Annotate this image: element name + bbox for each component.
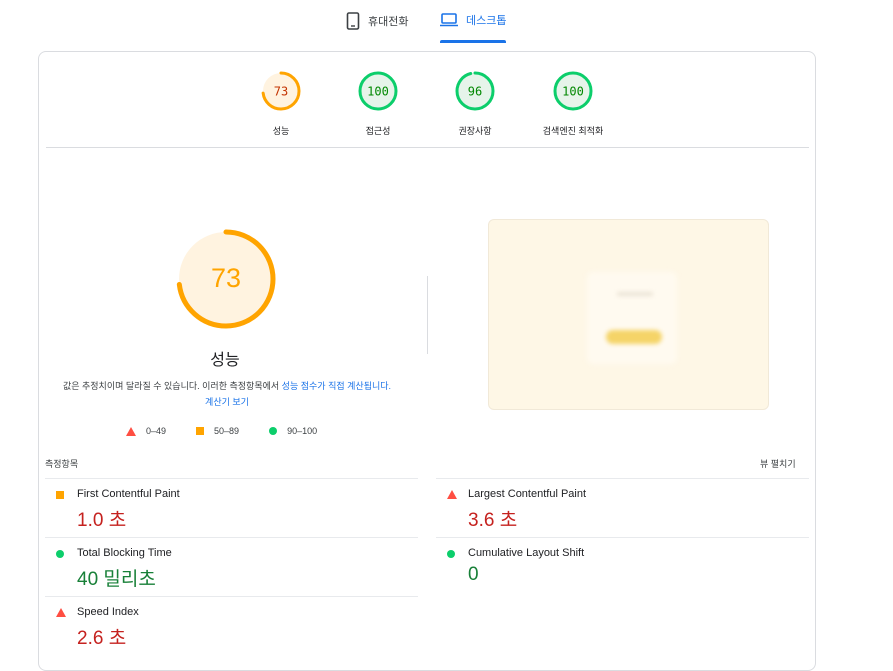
category-gauge-seo[interactable]: 100 검색엔진 최적화 [513,71,633,137]
category-label: 검색엔진 최적화 [542,126,604,136]
circle-icon [269,427,278,435]
device-tabs: 휴대전화 데스크톱 [0,0,893,44]
performance-note-text: 값은 추정치이며 달라질 수 있습니다. 이러한 측정항목에서 [62,381,282,391]
expand-view-button[interactable]: 뷰 펼치기 [760,457,796,470]
metric-si-value: 2.6 초 [77,628,127,649]
triangle-icon [126,426,136,436]
metric-cls-value: 0 [468,564,479,585]
circle-icon [56,550,64,558]
score-gauge: 100 [553,71,593,111]
gauges-divider [46,147,809,148]
screenshot-content [587,272,677,364]
metric-fcp: First Contentful Paint 1.0 초 [45,478,418,538]
category-score: 100 [562,85,584,99]
category-score: 100 [367,85,389,99]
metric-tbt-value: 40 밀리초 [77,569,156,590]
score-gauge: 96 [455,71,495,111]
calculator-link[interactable]: 계산기 보기 [205,397,249,407]
metric-lcp-name: Largest Contentful Paint [468,488,587,500]
metric-fcp-value: 1.0 초 [77,510,127,531]
screenshot-line [617,292,653,296]
performance-title: 성능 [210,352,240,369]
metric-lcp-value: 3.6 초 [468,510,518,531]
triangle-icon [56,608,66,617]
triangle-icon [447,490,457,499]
score-gauge: 100 [358,71,398,111]
active-tab-indicator [440,40,506,43]
metric-cls-name: Cumulative Layout Shift [468,547,585,559]
legend-pass-label: 90–100 [287,426,318,436]
score-legend: 0–49 50–89 90–100 [126,426,347,436]
laptop-icon [440,13,458,27]
metrics-title: 측정항목 [45,459,79,469]
metric-tbt-name: Total Blocking Time [77,547,172,559]
tab-desktop[interactable]: 데스크톱 [440,12,506,28]
metric-fcp-name: First Contentful Paint [77,488,180,500]
tab-mobile[interactable]: 휴대전화 [346,12,408,30]
legend-pass: 90–100 [269,426,317,436]
metric-cls: Cumulative Layout Shift 0 [436,537,809,597]
legend-fail-label: 0–49 [146,426,167,436]
metric-si-name: Speed Index [77,606,139,618]
legend-average: 50–89 [196,426,239,436]
performance-gauge: 73 [176,229,276,329]
score-gauge: 73 [261,71,301,111]
metric-tbt: Total Blocking Time 40 밀리초 [45,537,418,597]
metric-lcp: Largest Contentful Paint 3.6 초 [436,478,809,538]
circle-icon [447,550,455,558]
vertical-divider [427,276,428,354]
score-calc-link[interactable]: 성능 점수가 직접 계산됩니다. [282,381,391,391]
category-score: 73 [274,85,288,99]
metric-si: Speed Index 2.6 초 [45,596,418,659]
screenshot-button [606,330,662,344]
category-score: 96 [468,85,482,99]
phone-icon [346,12,360,30]
performance-score: 73 [211,263,241,293]
page-screenshot[interactable] [488,219,769,410]
legend-fail: 0–49 [126,426,166,436]
square-icon [56,491,64,499]
performance-note: 값은 추정치이며 달라질 수 있습니다. 이러한 측정항목에서 성능 점수가 직… [62,378,392,410]
square-icon [196,427,205,435]
tab-desktop-label: 데스크톱 [466,15,507,27]
legend-average-label: 50–89 [214,426,240,436]
tab-mobile-label: 휴대전화 [368,16,409,28]
